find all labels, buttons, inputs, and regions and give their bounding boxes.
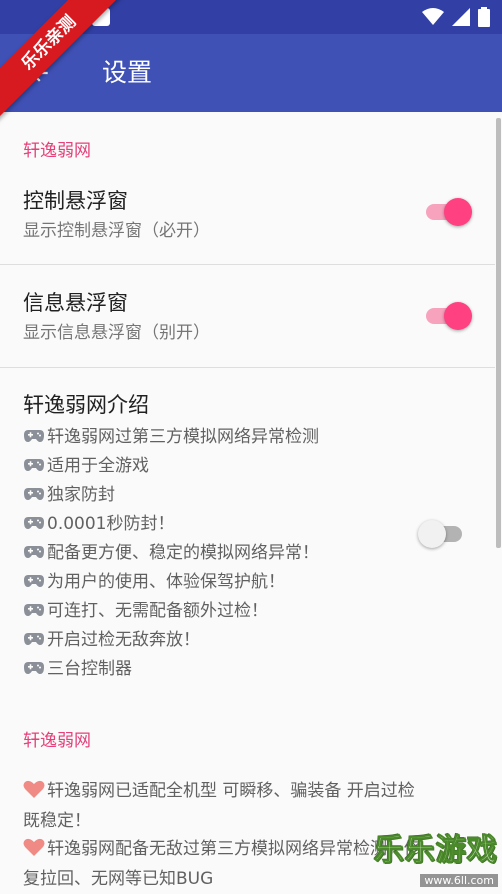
- intro-line: 配备更方便、稳定的模拟网络异常！: [23, 538, 319, 563]
- info-floating-window-switch[interactable]: [422, 298, 472, 334]
- gamepad-icon: [24, 545, 44, 558]
- switch-thumb: [444, 302, 472, 330]
- app-bar: 设置: [0, 34, 502, 112]
- control-floating-window-switch[interactable]: [422, 194, 472, 230]
- status-bar: [0, 0, 502, 34]
- scrollbar[interactable]: [496, 118, 501, 548]
- intro-line: 可连打、无需配备额外过检！: [23, 596, 268, 621]
- back-button[interactable]: [18, 52, 60, 94]
- pref-control-floating-window[interactable]: 控制悬浮窗 显示控制悬浮窗（必开）: [0, 180, 495, 264]
- intro-text: 轩逸弱网过第三方模拟网络异常检测: [47, 427, 319, 447]
- pref-title: 控制悬浮窗: [23, 189, 128, 213]
- note-text: 轩逸弱网配备无敌过第三方模拟网络异常检测，修: [47, 839, 421, 859]
- section-header: 轩逸弱网: [23, 731, 91, 751]
- pref-summary: 显示信息悬浮窗（别开）: [23, 323, 210, 343]
- note-text: 轩逸弱网已适配全机型 可瞬移、骗装备 开启过检: [47, 781, 415, 801]
- gamepad-icon: [24, 661, 44, 674]
- intro-text: 配备更方便、稳定的模拟网络异常！: [47, 543, 319, 563]
- intro-text: 独家防封: [47, 485, 115, 505]
- intro-line: 独家防封: [23, 480, 115, 505]
- pref-info-floating-window[interactable]: 信息悬浮窗 显示信息悬浮窗（别开）: [0, 282, 495, 366]
- heart-icon: [23, 838, 45, 856]
- pref-title: 信息悬浮窗: [23, 291, 128, 315]
- arrow-left-icon: [30, 64, 48, 82]
- gamepad-icon: [24, 487, 44, 500]
- intro-text: 适用于全游戏: [47, 456, 149, 476]
- pref-title: 轩逸弱网介绍: [23, 393, 149, 417]
- heart-icon: [23, 780, 45, 798]
- note-line-cont: 既稳定！: [23, 811, 91, 831]
- note-line: 轩逸弱网配备无敌过第三方模拟网络异常检测，修: [23, 834, 421, 859]
- intro-line: 0.0001秒防封！: [23, 509, 174, 534]
- intro-text: 三台控制器: [47, 659, 132, 679]
- intro-switch[interactable]: [418, 516, 468, 552]
- gamepad-icon: [24, 574, 44, 587]
- gamepad-icon: [24, 458, 44, 471]
- intro-text: 0.0001秒防封！: [47, 514, 175, 534]
- intro-line: 开启过检无敌奔放！: [23, 625, 200, 650]
- note-line-cont: 复拉回、无网等已知BUG: [23, 869, 214, 889]
- intro-text: 为用户的使用、体验保驾护航！: [47, 572, 285, 592]
- intro-line: 适用于全游戏: [23, 451, 149, 476]
- intro-line: 三台控制器: [23, 654, 132, 679]
- note-line: 轩逸弱网已适配全机型 可瞬移、骗装备 开启过检: [23, 776, 415, 801]
- intro-text: 开启过检无敌奔放！: [47, 630, 200, 650]
- divider: [0, 367, 495, 368]
- intro-text: 可连打、无需配备额外过检！: [47, 601, 268, 621]
- divider: [0, 264, 495, 265]
- gamepad-icon: [24, 603, 44, 616]
- intro-line: 为用户的使用、体验保驾护航！: [23, 567, 285, 592]
- pref-summary: 显示控制悬浮窗（必开）: [23, 221, 210, 241]
- signal-icon: [452, 8, 470, 26]
- switch-thumb: [444, 198, 472, 226]
- gamepad-icon: [24, 429, 44, 442]
- status-icons: [422, 7, 490, 27]
- section-header: 轩逸弱网: [23, 141, 91, 161]
- battery-icon: [478, 7, 490, 27]
- gamepad-icon: [24, 632, 44, 645]
- settings-list: 轩逸弱网 控制悬浮窗 显示控制悬浮窗（必开） 信息悬浮窗 显示信息悬浮窗（别开）…: [0, 112, 502, 894]
- wifi-icon: [422, 8, 444, 25]
- gamepad-icon: [24, 516, 44, 529]
- intro-line: 轩逸弱网过第三方模拟网络异常检测: [23, 422, 319, 447]
- page-title: 设置: [102, 58, 153, 87]
- switch-thumb: [418, 520, 446, 548]
- notification-icon: [92, 8, 110, 26]
